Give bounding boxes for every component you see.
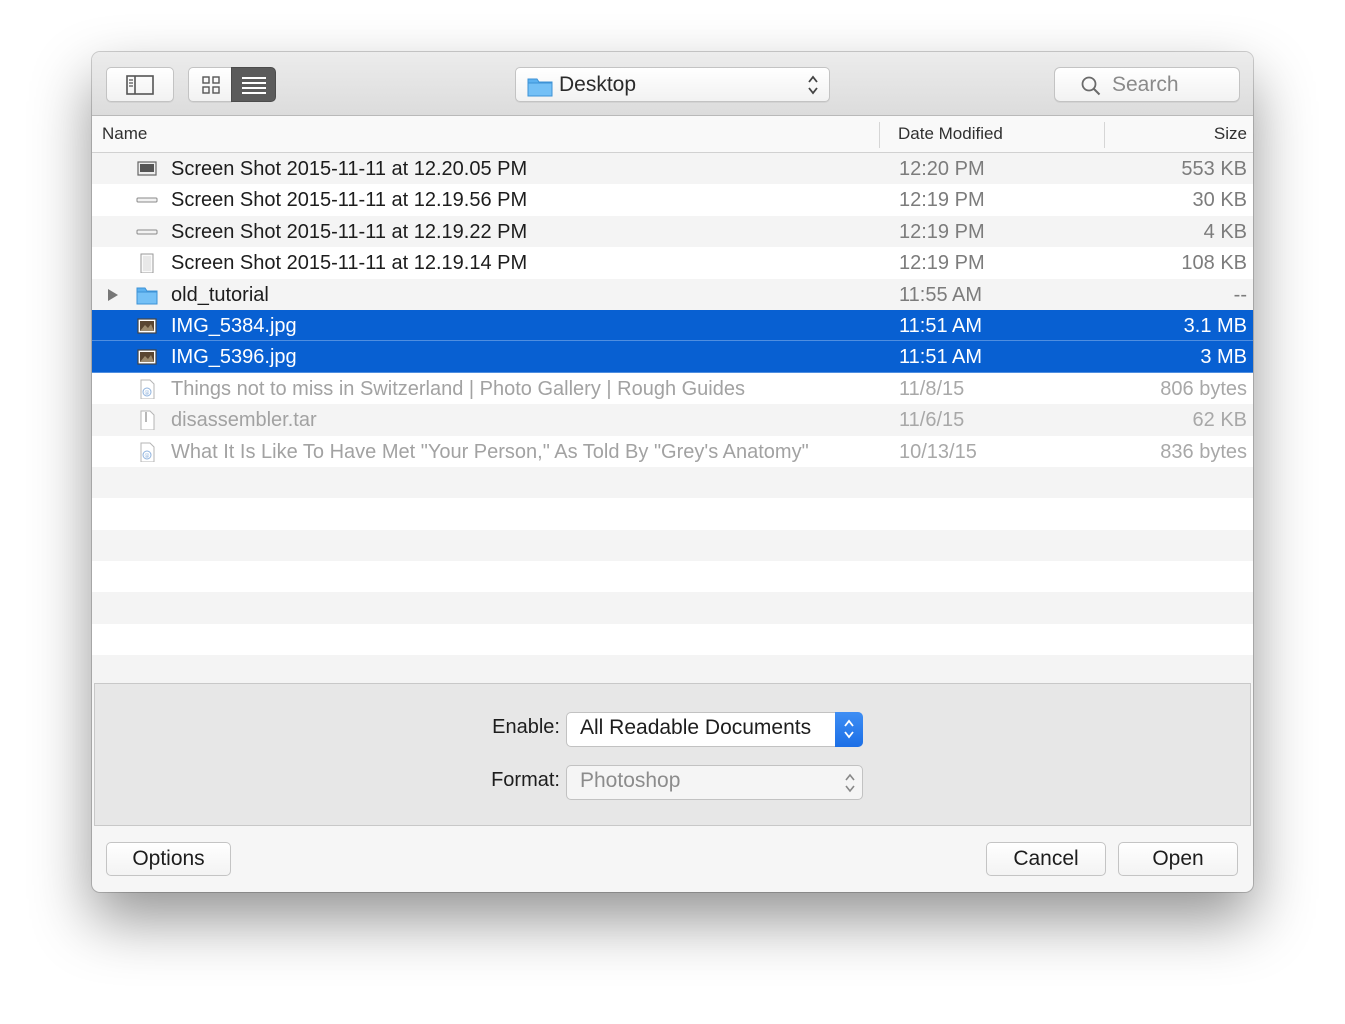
file-name: old_tutorial [171, 283, 269, 306]
list-icon [242, 77, 266, 94]
column-date-modified[interactable]: Date Modified [898, 124, 1003, 144]
file-name: Screen Shot 2015-11-11 at 12.19.22 PM [171, 220, 528, 243]
file-size: 806 bytes [1160, 377, 1247, 400]
file-date: 11:51 AM [899, 314, 983, 337]
file-size: 553 KB [1181, 158, 1247, 180]
archive-icon [140, 410, 155, 431]
sidebar-icon [126, 75, 154, 95]
column-divider[interactable] [1104, 122, 1105, 148]
file-row[interactable]: disassembler.tar 11/6/15 62 KB [92, 404, 1253, 436]
file-size: 62 KB [1192, 409, 1247, 432]
screenshot-strip-icon [136, 229, 158, 235]
column-name[interactable]: Name [102, 124, 147, 144]
file-name: Screen Shot 2015-11-11 at 12.19.56 PM [171, 189, 528, 212]
search-field[interactable]: Search [1054, 67, 1240, 102]
file-row[interactable]: Screen Shot 2015-11-11 at 12.19.56 PM 12:… [92, 184, 1253, 216]
file-name: Screen Shot 2015-11-11 at 12.20.05 PM [171, 158, 528, 180]
search-icon [1081, 76, 1101, 96]
file-size: 108 KB [1181, 252, 1247, 275]
webloc-icon: @ [140, 442, 155, 462]
empty-row [92, 655, 1253, 683]
file-row[interactable]: Screen Shot 2015-11-11 at 12.19.14 PM 12:… [92, 247, 1253, 279]
screenshot-strip-icon [136, 197, 158, 203]
empty-row [92, 529, 1253, 562]
enable-label: Enable: [492, 716, 560, 738]
file-row[interactable]: Screen Shot 2015-11-11 at 12.20.05 PM 12:… [92, 153, 1253, 185]
format-label: Format: [491, 769, 560, 791]
file-size: -- [1233, 283, 1247, 306]
file-date: 12:20 PM [899, 158, 985, 180]
file-size: 3 MB [1200, 346, 1247, 369]
grid-icon [202, 76, 220, 94]
empty-row [92, 466, 1253, 499]
file-date: 12:19 PM [899, 220, 985, 243]
chevron-updown-icon [808, 75, 818, 95]
folder-icon [527, 78, 553, 97]
file-row[interactable]: @ What It Is Like To Have Met "Your Perso… [92, 435, 1253, 467]
file-size: 30 KB [1192, 189, 1247, 212]
file-name: IMG_5384.jpg [171, 314, 297, 337]
file-date: 11:55 AM [899, 283, 983, 306]
disclosure-triangle-icon[interactable] [107, 288, 119, 302]
location-label: Desktop [559, 73, 637, 96]
file-date: 12:19 PM [899, 252, 985, 275]
svg-text:@: @ [145, 390, 150, 396]
open-button[interactable]: Open [1118, 842, 1238, 876]
file-size: 836 bytes [1160, 440, 1247, 463]
file-size: 4 KB [1203, 220, 1247, 243]
search-placeholder: Search [1112, 73, 1179, 96]
column-header: Name Date Modified Size [92, 116, 1253, 153]
empty-row [92, 561, 1253, 593]
cancel-button[interactable]: Cancel [986, 842, 1106, 876]
file-size: 3.1 MB [1183, 314, 1247, 337]
column-divider[interactable] [879, 122, 880, 148]
file-row[interactable]: IMG_5396.jpg 11:51 AM 3 MB [92, 341, 1253, 373]
file-date: 11/6/15 [899, 409, 965, 432]
format-value: Photoshop [580, 769, 681, 792]
file-name: Screen Shot 2015-11-11 at 12.19.14 PM [171, 252, 528, 275]
file-date: 11/8/15 [899, 377, 965, 400]
icon-view-button[interactable] [188, 67, 232, 102]
enable-value: All Readable Documents [580, 716, 812, 739]
file-row[interactable]: old_tutorial 11:55 AM -- [92, 278, 1253, 310]
file-date: 11:51 AM [899, 346, 983, 369]
format-popup[interactable]: Photoshop [566, 765, 863, 800]
file-name: IMG_5396.jpg [171, 346, 297, 369]
location-popup[interactable]: Desktop [515, 67, 830, 102]
chevron-updown-icon [845, 773, 855, 793]
popup-stepper [835, 712, 863, 747]
column-size[interactable]: Size [1214, 124, 1247, 144]
file-name: Things not to miss in Switzerland | Phot… [171, 377, 745, 400]
screenshot-icon [137, 161, 157, 176]
file-row[interactable]: Screen Shot 2015-11-11 at 12.19.22 PM 12:… [92, 215, 1253, 248]
image-icon [137, 349, 157, 365]
file-row[interactable]: IMG_5384.jpg 11:51 AM 3.1 MB [92, 309, 1253, 342]
file-date: 12:19 PM [899, 189, 985, 212]
list-view-button[interactable] [231, 67, 276, 102]
svg-text:@: @ [145, 453, 150, 459]
open-file-dialog: Desktop Search Name Date Modified Size S… [92, 52, 1253, 892]
empty-row [92, 592, 1253, 624]
folder-icon [136, 287, 158, 305]
file-date: 10/13/15 [899, 440, 977, 463]
file-name: disassembler.tar [171, 409, 317, 432]
file-row[interactable]: @ Things not to miss in Switzerland | Pho… [92, 372, 1253, 405]
chevron-updown-icon [844, 719, 854, 739]
screenshot-tall-icon [140, 253, 154, 274]
accessory-panel: Enable: All Readable Documents Format: P… [94, 683, 1251, 826]
enable-popup[interactable]: All Readable Documents [566, 712, 863, 747]
image-icon [137, 318, 157, 334]
empty-row [92, 498, 1253, 530]
view-mode-control [188, 67, 276, 102]
file-name: What It Is Like To Have Met "Your Person… [171, 440, 809, 463]
sidebar-toggle-button[interactable] [106, 67, 174, 102]
webloc-icon: @ [140, 379, 155, 399]
file-list: Screen Shot 2015-11-11 at 12.20.05 PM 12:… [92, 153, 1253, 683]
toolbar: Desktop Search [92, 52, 1253, 116]
empty-row [92, 623, 1253, 656]
options-button[interactable]: Options [106, 842, 231, 876]
